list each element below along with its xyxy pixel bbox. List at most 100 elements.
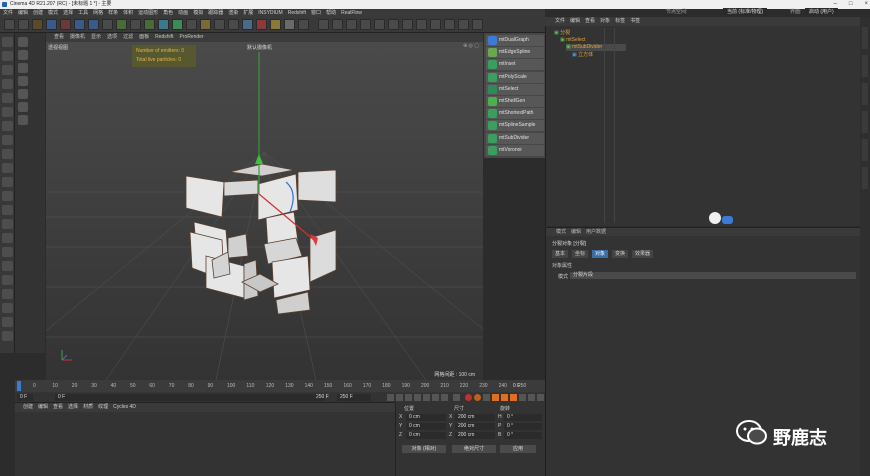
menu-item[interactable]: 渲染 (228, 9, 238, 17)
material-menu-item[interactable]: 创建 (23, 403, 33, 412)
side-tab[interactable] (862, 139, 868, 161)
play-icon[interactable] (414, 394, 421, 401)
side-tab[interactable] (862, 111, 868, 133)
toolbar-extra-icon[interactable] (430, 19, 441, 30)
menu-item[interactable]: 文件 (3, 9, 13, 17)
attribute-tab[interactable]: 基本 (552, 250, 569, 258)
toolbar-extra-icon[interactable] (388, 19, 399, 30)
array-icon[interactable] (228, 19, 239, 30)
toolbar-extra-icon[interactable] (416, 19, 427, 30)
maximize-icon[interactable]: □ (849, 0, 853, 9)
object-row-cube[interactable]: ▣ 立方体 (572, 52, 593, 59)
side-tab[interactable] (862, 27, 868, 49)
undo-icon[interactable] (4, 19, 15, 30)
material-menu-item[interactable]: 纹理 (98, 403, 108, 412)
object-manager-menu-item[interactable]: 查看 (585, 17, 595, 26)
plugin-button[interactable]: mtShellGen (486, 96, 544, 107)
toolbar-extra-icon[interactable] (444, 19, 455, 30)
material-menu-item[interactable]: 材质 (83, 403, 93, 412)
apply-button[interactable]: 应用 (500, 445, 536, 453)
position-field[interactable]: 0 cm (406, 423, 446, 430)
timeline-ruler[interactable]: 0 10 20 30 40 50 60 70 80 90 100 110 120 130 140 150 160… (15, 380, 545, 392)
menu-item[interactable]: 模拟 (193, 9, 203, 17)
start-frame-field[interactable]: 0 F (17, 394, 33, 401)
secondary-tool-icon[interactable] (18, 89, 28, 99)
menu-item[interactable]: 选择 (63, 9, 73, 17)
key-param-icon[interactable] (519, 394, 526, 401)
menu-item[interactable]: 动画 (178, 9, 188, 17)
key-scale-icon[interactable] (501, 394, 508, 401)
toolbar-extra-icon[interactable] (458, 19, 469, 30)
secondary-tool-icon[interactable] (18, 76, 28, 86)
mode-dropdown[interactable]: 分裂片段 (570, 272, 856, 279)
environment-icon[interactable] (270, 19, 281, 30)
polygons-mode-icon[interactable] (2, 107, 13, 117)
light-icon[interactable] (298, 19, 309, 30)
viewport-menu-item[interactable]: 摄像机 (70, 33, 85, 42)
secondary-tool-icon[interactable] (18, 50, 28, 60)
viewport-menu-item[interactable]: ProRender (179, 33, 203, 42)
plugin-button[interactable]: mtShortestPath (486, 108, 544, 120)
live-select-icon[interactable] (32, 19, 43, 30)
plugin-button[interactable]: mtDualGraph (486, 35, 544, 46)
toolbar-extra-icon[interactable] (374, 19, 385, 30)
plugin-button[interactable]: mtSelect (486, 83, 544, 95)
texture-mode-icon[interactable] (2, 65, 13, 75)
coordinate-mode-dropdown[interactable]: 对象 (相对) (402, 445, 446, 453)
go-to-start-icon[interactable] (387, 394, 394, 401)
camera-label[interactable]: 默认摄像机 (247, 44, 272, 51)
side-tab[interactable] (862, 83, 868, 105)
snap-icon[interactable] (2, 163, 13, 173)
attribute-menu-item[interactable]: 用户数据 (586, 228, 606, 236)
attribute-tab[interactable]: 变换 (612, 250, 629, 258)
solo-icon[interactable] (2, 205, 13, 215)
toolbar-extra-icon[interactable] (332, 19, 343, 30)
key-position-icon[interactable] (492, 394, 499, 401)
render-settings-icon[interactable] (172, 19, 183, 30)
viewport-menu-item[interactable]: 显示 (91, 33, 101, 42)
make-editable-icon[interactable] (2, 37, 13, 47)
menu-item[interactable]: RealFlow (341, 9, 362, 17)
object-manager-menu-item[interactable]: 对象 (600, 17, 610, 26)
axis-x-icon[interactable] (88, 19, 99, 30)
playhead[interactable] (17, 381, 21, 391)
toolbar-extra-icon[interactable] (472, 19, 483, 30)
key-rotation-icon[interactable] (510, 394, 517, 401)
next-frame-icon[interactable] (423, 394, 430, 401)
timeline-menu-icon[interactable] (537, 394, 544, 401)
material-menu-item[interactable]: 编辑 (38, 403, 48, 412)
move-icon[interactable] (46, 19, 57, 30)
menu-item[interactable]: Redshift (288, 9, 306, 17)
model-mode-icon[interactable] (2, 51, 13, 61)
redo-icon[interactable] (18, 19, 29, 30)
uvw-mode-icon[interactable] (2, 121, 13, 131)
material-menu-item[interactable]: 选择 (68, 403, 78, 412)
menu-item[interactable]: 编辑 (18, 9, 28, 17)
menu-item[interactable]: 工具 (78, 9, 88, 17)
rotation-field[interactable]: 0 ° (504, 423, 542, 430)
position-field[interactable]: 0 cm (406, 414, 446, 421)
side-tab[interactable] (862, 55, 868, 77)
bevel-icon[interactable] (2, 331, 13, 341)
axis-y-icon[interactable] (102, 19, 113, 30)
key-pla-icon[interactable] (528, 394, 535, 401)
attribute-menu-item[interactable]: 模式 (556, 228, 566, 236)
plugin-button[interactable]: mtSubDivider (486, 132, 544, 144)
menu-item[interactable]: 体积 (123, 9, 133, 17)
menu-item[interactable]: 扩展 (243, 9, 253, 17)
menu-item[interactable]: 角色 (163, 9, 173, 17)
secondary-tool-icon[interactable] (18, 37, 28, 47)
viewport-menu-item[interactable]: 查看 (54, 33, 64, 42)
size-field[interactable]: 200 cm (455, 423, 495, 430)
plugin-button[interactable]: mtPolyScale (486, 71, 544, 83)
subdivision-icon[interactable] (214, 19, 225, 30)
preview-range-end[interactable]: 250 F (313, 394, 335, 401)
layout-dropdown[interactable]: 启动 (用户) (805, 8, 838, 15)
attribute-tab[interactable]: 坐标 (572, 250, 589, 258)
render-icon[interactable] (158, 19, 169, 30)
menu-item[interactable]: 帮助 (326, 9, 336, 17)
bodypaint-icon[interactable] (2, 233, 13, 243)
plugin-button[interactable]: mtSplineSample (486, 120, 544, 132)
pen-icon[interactable] (200, 19, 211, 30)
viewport-nav-icons[interactable]: ⊕ ◎ ▢ (463, 43, 479, 49)
